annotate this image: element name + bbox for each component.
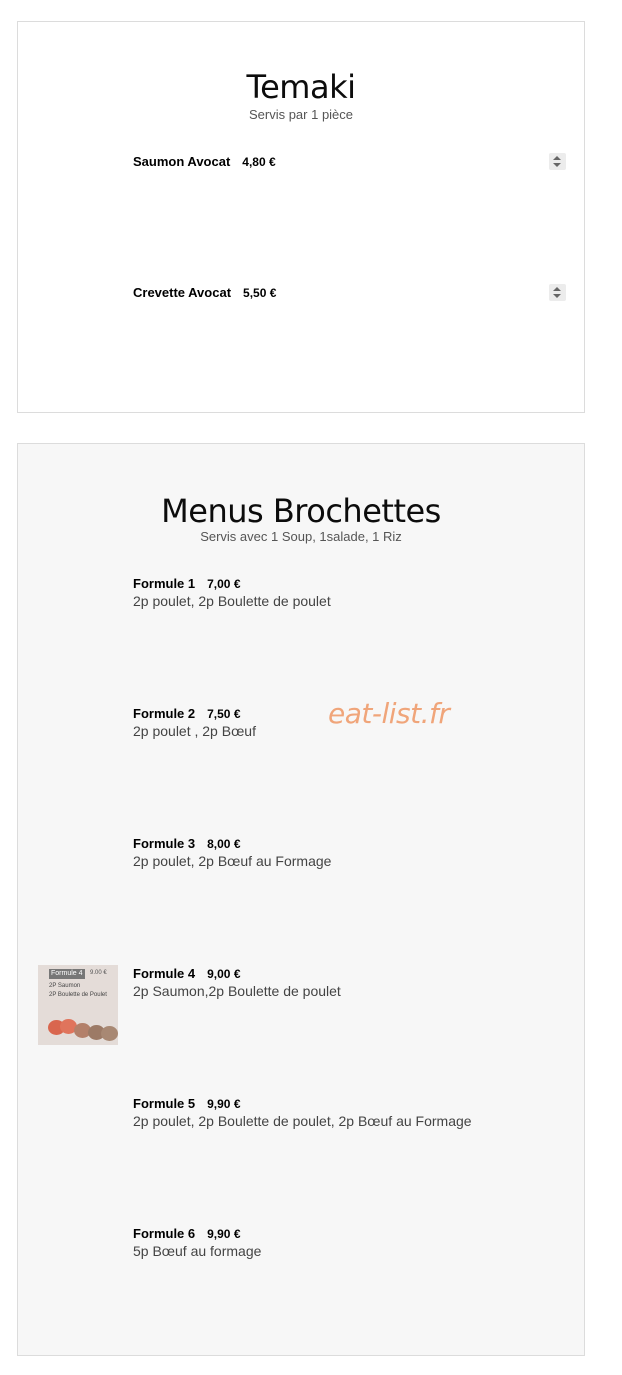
item-price: 7,50 € [207,707,241,721]
item-description: 2p poulet, 2p Boulette de poulet [133,593,331,609]
section-title: Temaki [246,68,357,106]
item-description: 2p Saumon,2p Boulette de poulet [133,983,341,999]
item-name: Formule 2 [133,706,196,721]
chevron-down-icon[interactable] [553,163,561,167]
thumbnail-line-1: 2P Saumon [49,983,81,989]
item-description: 2p poulet, 2p Boulette de poulet, 2p Bœu… [133,1113,472,1129]
item-name: Formule 1 [133,576,196,591]
menu-item-formule-5: Formule 5 9,90 € 2p poulet, 2p Boulette d… [133,1096,574,1129]
thumbnail-price: 9.00 € [90,970,107,976]
item-name: Saumon Avocat [133,154,231,169]
item-name: Formule 5 [133,1096,196,1111]
item-name: Formule 6 [133,1226,196,1241]
section-title: Menus Brochettes [161,492,441,530]
quantity-stepper[interactable] [549,284,566,301]
temaki-section: Temaki Servis par 1 pièce Saumon Avocat 4… [17,21,585,413]
section-subtitle: Servis par 1 pièce [248,107,354,122]
item-price: 7,00 € [207,577,241,591]
item-name: Formule 4 [133,966,196,981]
item-price: 4,80 € [242,155,276,169]
item-price: 9,90 € [207,1097,241,1111]
menu-item-formule-1: Formule 1 7,00 € 2p poulet, 2p Boulette d… [133,576,574,609]
menu-item-formule-4: Formule 4 9,00 € 2p Saumon,2p Boulette de… [133,966,574,999]
chevron-up-icon[interactable] [553,287,561,291]
item-description: 5p Bœuf au formage [133,1243,262,1259]
formule-4-thumbnail[interactable]: Formule 4 9.00 € 2P Saumon 2P Boulette d… [38,965,118,1045]
watermark: eat-list.fr [328,697,450,730]
quantity-stepper[interactable] [549,153,566,170]
item-description: 2p poulet, 2p Bœuf au Formage [133,853,332,869]
menu-item-saumon-avocat: Saumon Avocat 4,80 € [133,154,574,169]
thumbnail-line-2: 2P Boulette de Poulet [49,992,107,998]
item-price: 9,00 € [207,967,241,981]
chevron-up-icon[interactable] [553,156,561,160]
section-subtitle: Servis avec 1 Soup, 1salade, 1 Riz [200,529,402,544]
item-name: Crevette Avocat [133,285,232,300]
item-name: Formule 3 [133,836,196,851]
food-icon [101,1026,118,1041]
chevron-down-icon[interactable] [553,294,561,298]
item-price: 9,90 € [207,1227,241,1241]
item-price: 8,00 € [207,837,241,851]
menu-item-formule-3: Formule 3 8,00 € 2p poulet, 2p Bœuf au Fo… [133,836,574,869]
item-price: 5,50 € [243,286,277,300]
brochettes-section: Menus Brochettes Servis avec 1 Soup, 1sa… [17,443,585,1356]
menu-item-formule-6: Formule 6 9,90 € 5p Bœuf au formage [133,1226,574,1259]
menu-item-crevette-avocat: Crevette Avocat 5,50 € [133,285,574,300]
thumbnail-title: Formule 4 [49,969,85,979]
